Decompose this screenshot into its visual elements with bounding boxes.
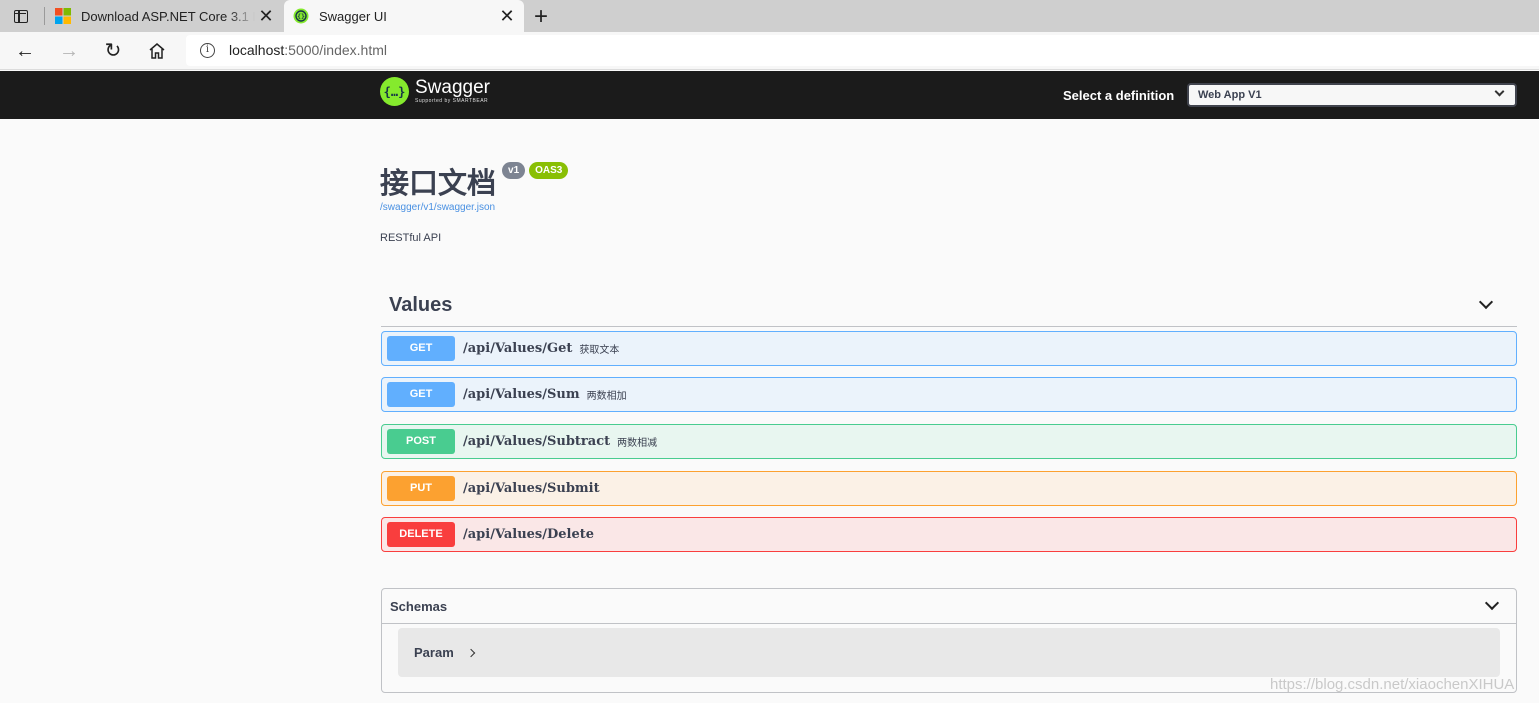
operation-summary: 获取文本 [579,345,620,356]
operation-path: /api/Values/Delete [463,527,595,542]
new-tab-icon[interactable]: + [530,3,552,31]
operation-path: /api/Values/Get [463,341,573,356]
browser-tab-swagger[interactable]: {} Swagger UI ✕ [284,0,524,32]
tab-actions-icon[interactable] [8,6,34,26]
url-text: localhost:5000/index.html [229,42,387,58]
swagger-topbar: {…} Swagger Supported by SMARTBEAR Selec… [0,71,1539,119]
refresh-icon[interactable]: ↻ [100,38,126,64]
chevron-down-icon[interactable] [1478,294,1494,310]
tag-header-values[interactable]: Values [381,287,1517,327]
model-name: Param [414,645,454,660]
swagger-logo[interactable]: {…} Swagger Supported by SMARTBEAR [380,77,490,106]
chevron-down-icon[interactable] [1484,595,1500,611]
close-tab-icon[interactable]: ✕ [496,6,518,27]
browser-tab-aspnet[interactable]: Download ASP.NET Core 3.1 Runtime ✕ [46,0,283,32]
operation-path: /api/Values/Sum [463,387,580,402]
oas-badge: OAS3 [529,162,569,179]
back-icon[interactable]: ← [12,38,38,64]
method-badge: DELETE [387,522,455,547]
page-title: 接口文档 [380,168,497,200]
home-icon[interactable] [144,38,170,64]
address-bar[interactable]: i localhost:5000/index.html [186,35,1539,66]
api-title-block: 接口文档 v1 OAS3 [380,160,569,202]
operation-path: /api/Values/Submit [463,481,600,496]
tab-title: Swagger UI [319,8,387,24]
operation-summary: 两数相减 [617,438,658,449]
swagger-favicon-icon: {} [293,8,309,24]
model-param[interactable]: Param [398,628,1500,677]
close-tab-icon[interactable]: ✕ [255,6,277,27]
tab-divider [44,7,45,25]
browser-nav-bar: ← → ↻ i localhost:5000/index.html [0,32,1539,70]
definition-select[interactable]: Web App V1 [1187,83,1517,107]
definition-value: Web App V1 [1198,89,1262,101]
forward-icon[interactable]: → [56,38,82,64]
chevron-down-icon [1494,86,1505,97]
info-icon[interactable]: i [200,43,215,58]
spec-url-link[interactable]: /swagger/v1/swagger.json [380,202,495,213]
operation-get-values-sum[interactable]: GET /api/Values/Sum 两数相加 [381,377,1517,412]
chevron-right-icon[interactable] [466,648,476,658]
watermark: https://blog.csdn.net/xiaochenXIHUA [1270,676,1515,693]
operation-delete-values-delete[interactable]: DELETE /api/Values/Delete [381,517,1517,552]
method-badge: PUT [387,476,455,501]
logo-name: Swagger [415,77,490,98]
svg-text:{}: {} [297,13,305,21]
logo-subtitle: Supported by SMARTBEAR [415,98,489,104]
schemas-header[interactable]: Schemas [382,589,1516,624]
method-badge: GET [387,336,455,361]
operation-path: /api/Values/Subtract [463,434,611,449]
operation-post-values-subtract[interactable]: POST /api/Values/Subtract 两数相减 [381,424,1517,459]
operation-summary: 两数相加 [586,391,627,402]
definition-label: Select a definition [1063,88,1175,103]
method-badge: GET [387,382,455,407]
version-badge: v1 [502,162,526,179]
method-badge: POST [387,429,455,454]
tag-name: Values [389,294,453,316]
api-description: RESTful API [380,232,442,244]
browser-tab-bar: Download ASP.NET Core 3.1 Runtime ✕ {} S… [0,0,1539,32]
microsoft-logo-icon [55,8,71,24]
operation-get-values-get[interactable]: GET /api/Values/Get 获取文本 [381,331,1517,366]
schemas-title: Schemas [390,599,448,614]
swagger-logo-icon: {…} [380,77,409,106]
tab-title: Download ASP.NET Core 3.1 Runtime [81,8,255,24]
operation-put-values-submit[interactable]: PUT /api/Values/Submit [381,471,1517,506]
